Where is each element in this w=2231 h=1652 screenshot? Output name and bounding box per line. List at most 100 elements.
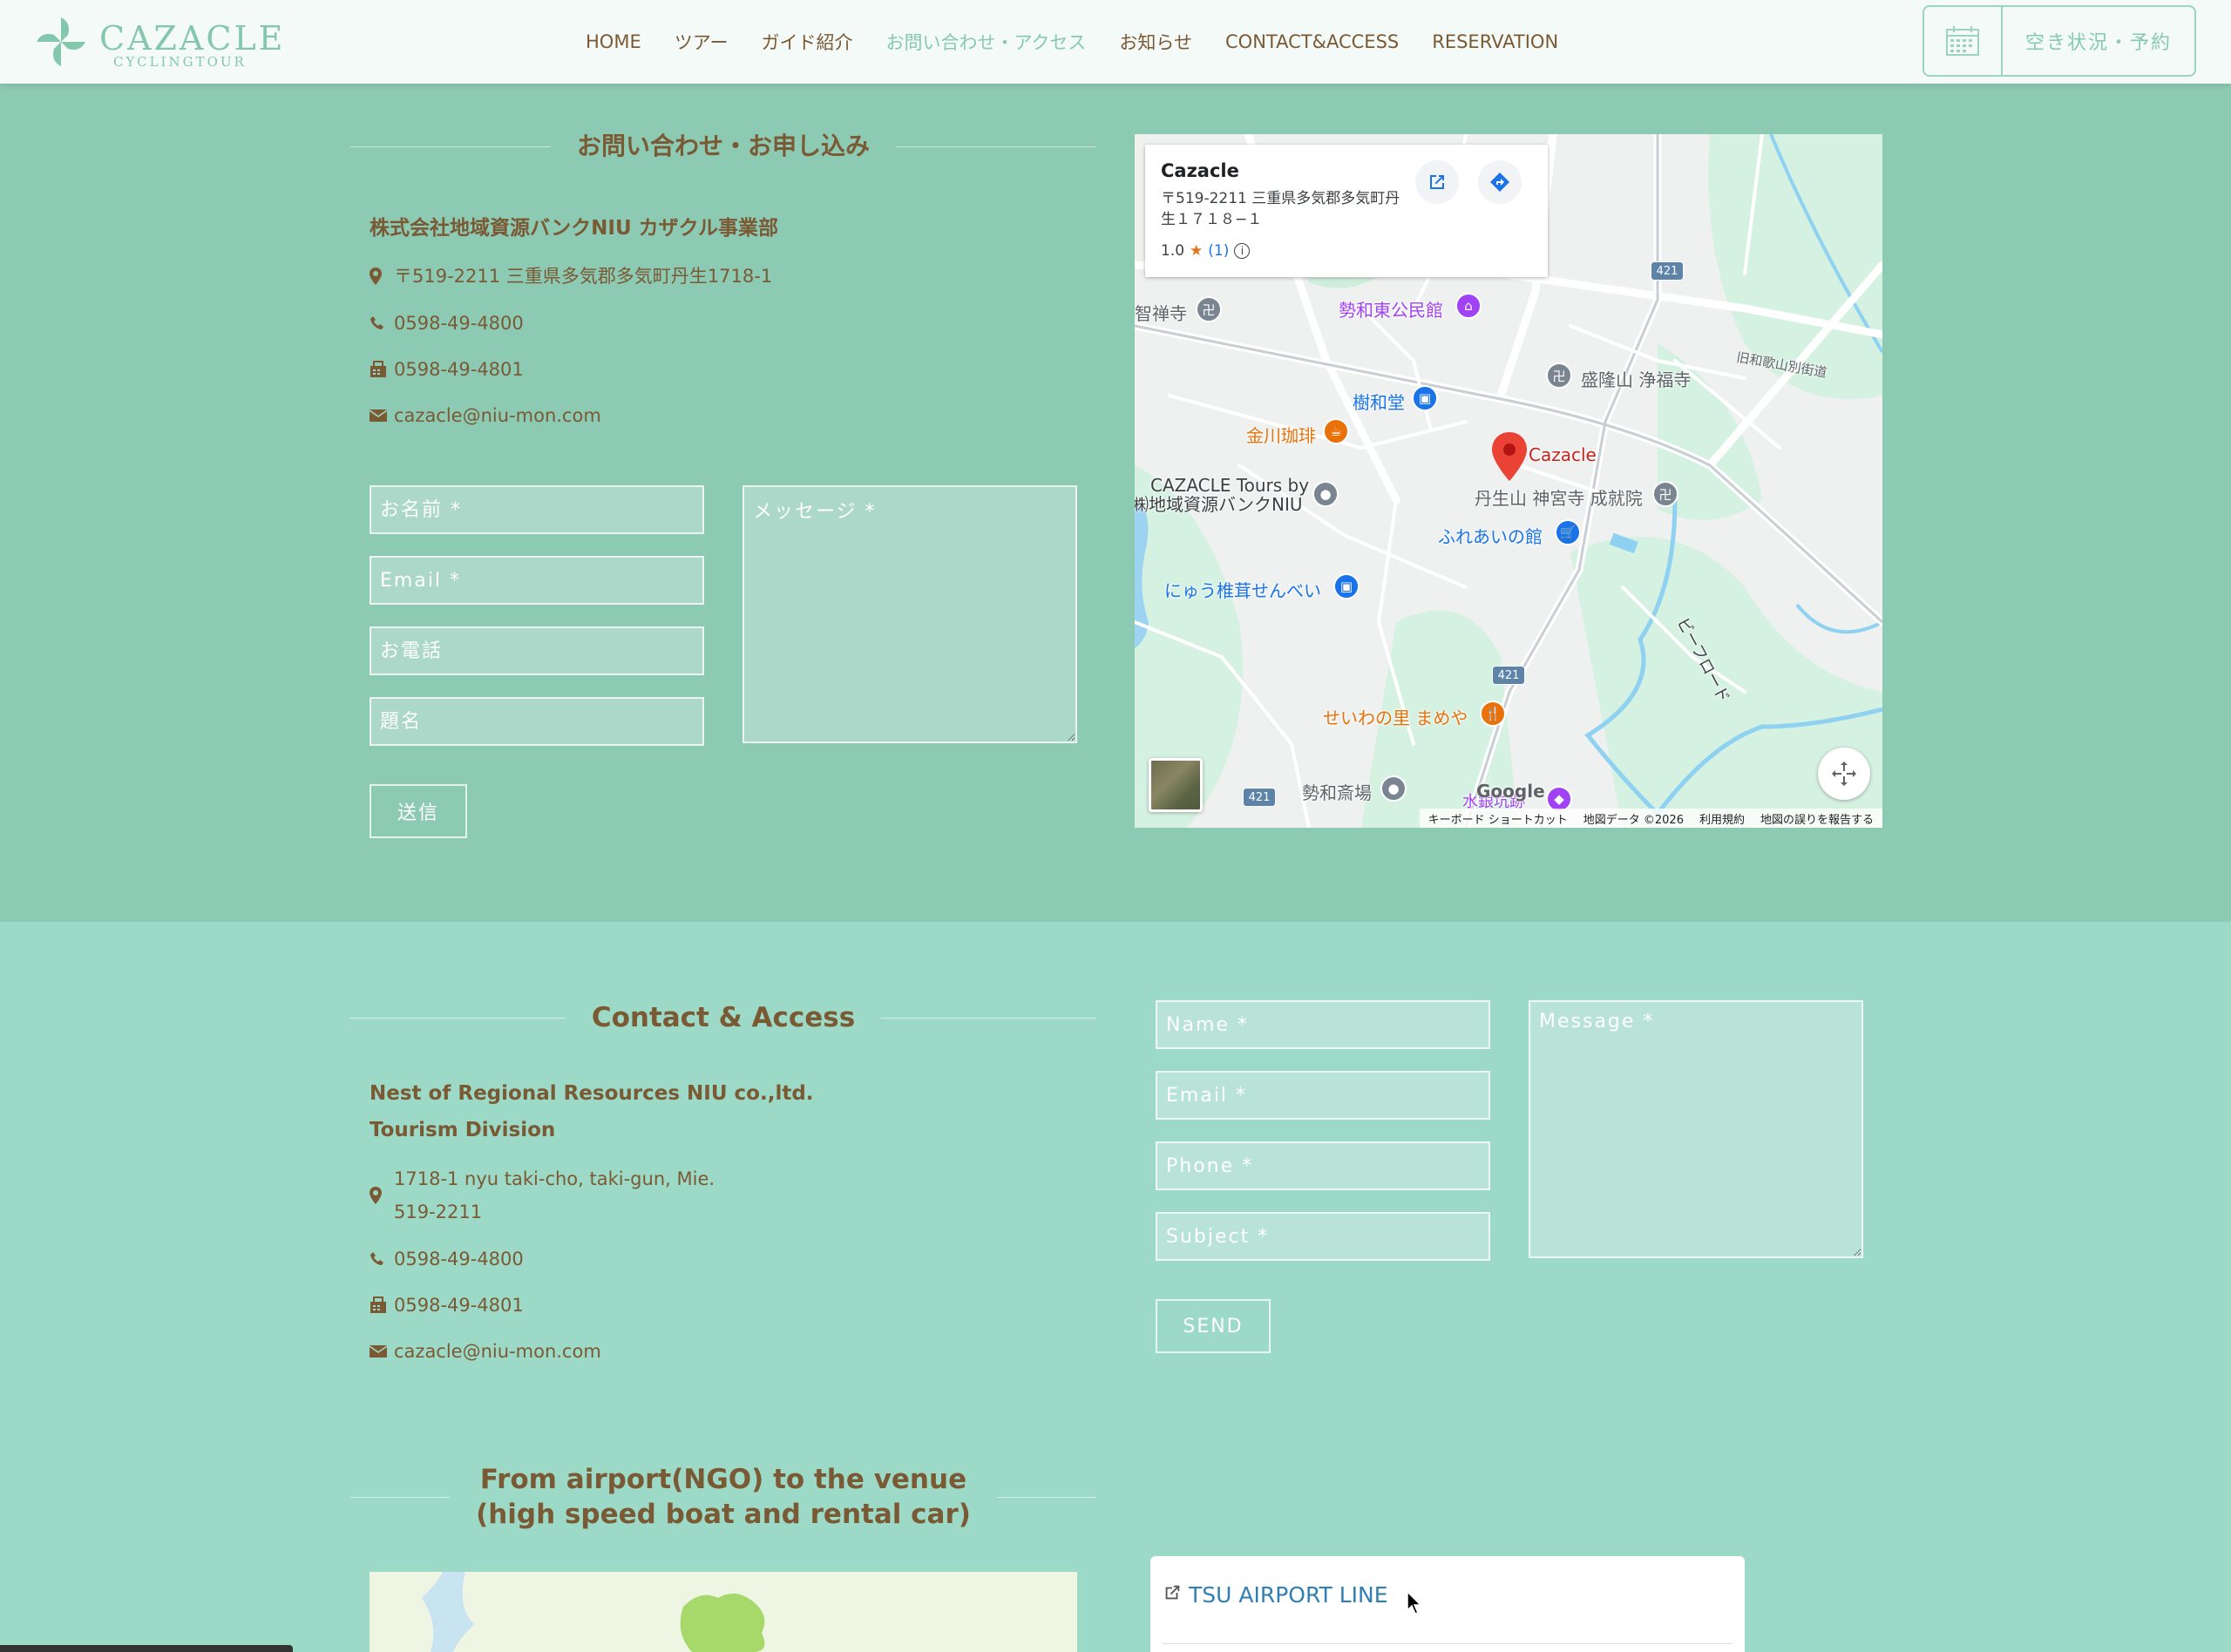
- fullscreen-icon[interactable]: [1818, 748, 1870, 800]
- map-label-shiitake[interactable]: にゅう椎茸せんべい: [1164, 577, 1321, 602]
- jp-phone-input[interactable]: [370, 626, 704, 675]
- temple-pin-icon[interactable]: 卍: [1196, 296, 1222, 322]
- map-label-seiwa-kominkan[interactable]: 勢和東公民館: [1339, 296, 1443, 322]
- jp-phone[interactable]: 0598-49-4800: [394, 307, 524, 340]
- calendar-icon: [1924, 7, 2003, 75]
- restaurant-pin-icon[interactable]: 🍴: [1480, 701, 1506, 727]
- jp-address: 〒519-2211 三重県多気郡多気町丹生1718-1: [394, 266, 773, 287]
- en-company-line1: Nest of Regional Resources NIU co.,ltd.: [370, 1082, 814, 1105]
- en-company-name: Nest of Regional Resources NIU co.,ltd. …: [370, 1075, 814, 1148]
- tsu-airport-line-link[interactable]: TSU AIRPORT LINE: [1163, 1582, 1388, 1608]
- en-name-input[interactable]: [1156, 1000, 1490, 1049]
- jp-contact-heading: お問い合わせ・お申し込み: [350, 131, 1097, 162]
- site-logo[interactable]: CAZACLE CYCLINGTOUR: [33, 14, 282, 70]
- report-error-link[interactable]: 地図の誤りを報告する: [1760, 810, 1874, 827]
- en-send-button[interactable]: SEND: [1156, 1299, 1271, 1353]
- divider: [350, 1496, 451, 1498]
- place-pin-icon[interactable]: ●: [1380, 775, 1407, 802]
- shop-pin-icon[interactable]: ▣: [1333, 573, 1360, 599]
- place-address: 〒519-2211 三重県多気郡多気町丹生１７１８−１: [1161, 190, 1400, 228]
- jp-address-row: 〒519-2211 三重県多気郡多気町丹生1718-1: [370, 260, 772, 293]
- mouse-cursor-icon: [1407, 1590, 1424, 1619]
- location-pin-icon[interactable]: [1490, 432, 1529, 481]
- site-header: CAZACLE CYCLINGTOUR HOME ツアー ガイド紹介 お問い合わ…: [0, 0, 2231, 84]
- fax-icon: [370, 353, 390, 386]
- google-map[interactable]: Cazacle 〒519-2211 三重県多気郡多気町丹生１７１８−１ 1.0 …: [1135, 134, 1882, 828]
- jp-submit-button[interactable]: 送信: [370, 784, 467, 838]
- cafe-pin-icon[interactable]: ☕: [1323, 418, 1349, 444]
- en-email-row: cazacle@niu-mon.com: [370, 1335, 601, 1368]
- jp-phone-row: 0598-49-4800: [370, 307, 524, 340]
- nav-contact-access-jp[interactable]: お問い合わせ・アクセス: [885, 29, 1086, 55]
- en-email-input[interactable]: [1156, 1071, 1490, 1120]
- route-shield: 421: [1243, 788, 1276, 807]
- star-icon: ★: [1190, 242, 1204, 260]
- en-phone[interactable]: 0598-49-4800: [394, 1242, 524, 1276]
- map-label-fureai[interactable]: ふれあいの館: [1438, 523, 1543, 548]
- nav-reservation[interactable]: RESERVATION: [1432, 31, 1558, 52]
- keyboard-shortcuts-link[interactable]: キーボード ショートカット: [1428, 810, 1568, 827]
- en-company-line2: Tourism Division: [370, 1119, 556, 1141]
- divider: [881, 1017, 1096, 1019]
- nav-news[interactable]: お知らせ: [1119, 29, 1192, 55]
- map-label-chishinji[interactable]: 智禅寺: [1135, 300, 1187, 325]
- route-map-image: [370, 1572, 1077, 1652]
- jp-email-row: cazacle@niu-mon.com: [370, 399, 601, 432]
- en-subject-input[interactable]: [1156, 1212, 1490, 1261]
- nav-home[interactable]: HOME: [586, 31, 641, 52]
- availability-reserve-button[interactable]: 空き状況・予約: [1922, 5, 2196, 77]
- open-external-icon[interactable]: [1415, 160, 1459, 204]
- temple-pin-icon[interactable]: 卍: [1652, 481, 1678, 507]
- jp-contact-title: お問い合わせ・お申し込み: [577, 132, 871, 160]
- envelope-icon: [370, 399, 390, 432]
- map-label-saijo[interactable]: 勢和斎場: [1302, 779, 1372, 804]
- jp-subject-input[interactable]: [370, 697, 704, 746]
- temple-pin-icon[interactable]: 卍: [1546, 362, 1572, 389]
- jp-message-textarea[interactable]: [743, 485, 1077, 743]
- place-name: Cazacle: [1161, 160, 1239, 181]
- shopping-cart-pin-icon[interactable]: 🛒: [1555, 519, 1581, 545]
- jp-name-input[interactable]: [370, 485, 704, 534]
- map-label-cazacle-tours-2: ㈱地域資源バンクNIU: [1135, 494, 1303, 515]
- divider: [996, 1496, 1096, 1498]
- map-label-niusan[interactable]: 丹生山 神宮寺 成就院: [1475, 484, 1643, 510]
- map-data-credit: 地図データ ©2026: [1583, 813, 1684, 827]
- info-icon[interactable]: i: [1234, 243, 1251, 259]
- en-address: 1718-1 nyu taki-cho, taki-gun, Mie. 519-…: [394, 1162, 715, 1229]
- satellite-toggle[interactable]: [1149, 758, 1203, 812]
- directions-icon[interactable]: [1478, 160, 1522, 204]
- place-pin-icon[interactable]: ●: [1312, 481, 1339, 507]
- en-message-textarea[interactable]: [1529, 1000, 1863, 1258]
- logo-subtitle: CYCLINGTOUR: [113, 54, 247, 70]
- en-email[interactable]: cazacle@niu-mon.com: [394, 1335, 601, 1368]
- map-label-cazacle[interactable]: Cazacle: [1529, 444, 1597, 465]
- nav-contact-access-en[interactable]: CONTACT&ACCESS: [1225, 31, 1399, 52]
- map-label-seiryuzan[interactable]: 盛隆山 浄福寺: [1581, 366, 1691, 391]
- google-logo: Google: [1476, 781, 1545, 802]
- map-label-kanagawa-coffee[interactable]: 金川珈琲: [1246, 422, 1316, 447]
- shop-pin-icon[interactable]: ▣: [1412, 385, 1438, 411]
- map-label-cazacle-tours-1: CAZACLE Tours by: [1150, 475, 1310, 496]
- en-contact-heading: Contact & Access: [350, 1000, 1096, 1035]
- terms-link[interactable]: 利用規約: [1699, 810, 1745, 827]
- airport-title-line1: From airport(NGO) to the venue: [479, 1464, 967, 1495]
- map-label-jyuwado[interactable]: 樹和堂: [1353, 389, 1405, 414]
- en-phone-input[interactable]: [1156, 1141, 1490, 1190]
- map-label-cazacle-tours[interactable]: CAZACLE Tours by ㈱地域資源バンクNIU: [1135, 475, 1310, 514]
- en-contact-title: Contact & Access: [591, 1002, 856, 1033]
- community-hall-pin-icon[interactable]: ⌂: [1455, 293, 1482, 319]
- nav-guides[interactable]: ガイド紹介: [761, 29, 852, 55]
- jp-email-input[interactable]: [370, 556, 704, 605]
- nav-tour[interactable]: ツアー: [675, 29, 729, 55]
- airport-title-line2: (high speed boat and rental car): [476, 1499, 971, 1531]
- main-nav: HOME ツアー ガイド紹介 お問い合わせ・アクセス お知らせ CONTACT&…: [586, 0, 1591, 84]
- map-label-mameya[interactable]: せいわの里 まめや: [1323, 704, 1468, 729]
- airport-title: From airport(NGO) to the venue (high spe…: [450, 1462, 997, 1533]
- route-shield: 421: [1492, 666, 1525, 685]
- jp-fax-row: 0598-49-4801: [370, 353, 524, 386]
- map-marker-icon: [370, 260, 390, 293]
- logo-name: CAZACLE: [99, 19, 286, 58]
- rating-count[interactable]: (1): [1208, 242, 1229, 260]
- jp-email[interactable]: cazacle@niu-mon.com: [394, 399, 601, 432]
- en-contact-section: [0, 922, 2231, 1652]
